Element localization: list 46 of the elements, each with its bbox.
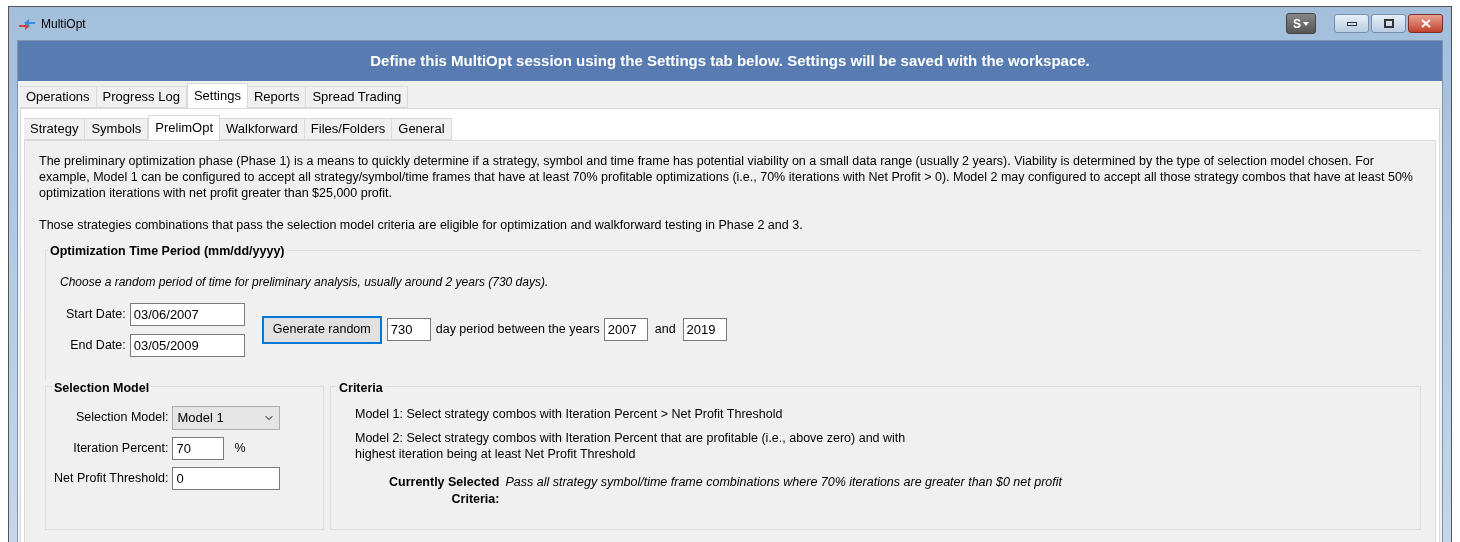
input-field[interactable]: 70 xyxy=(172,436,225,460)
maximize-icon xyxy=(1383,19,1394,28)
generate-random-button[interactable]: Generate random xyxy=(261,315,382,344)
window-title: MultiOpt xyxy=(41,15,86,33)
days-field[interactable]: 730 xyxy=(386,318,431,342)
tab[interactable]: Progress Log xyxy=(96,86,187,108)
minimize-icon xyxy=(1346,21,1357,26)
start-date-field[interactable]: 03/06/2007 xyxy=(129,302,245,326)
arrows-icon xyxy=(19,16,35,31)
between-text: day period between the years xyxy=(435,321,600,339)
tab[interactable]: Operations xyxy=(20,86,97,108)
hint-text: Choose a random period of time for preliminary analysis, usually around 2 years (730 days). xyxy=(60,273,549,291)
model-description: Model 1: Select strategy combos with Iteration Percent > Net Profit Threshold xyxy=(355,405,784,422)
tab[interactable]: Settings xyxy=(186,83,248,108)
field-label: Selection Model: xyxy=(75,409,169,427)
unit-text: % xyxy=(234,439,246,457)
tab[interactable]: PrelimOpt xyxy=(148,115,221,140)
tab[interactable]: Symbols xyxy=(85,118,149,140)
field-label: Iteration Percent: xyxy=(72,439,169,457)
and-text: and xyxy=(654,321,676,339)
end-date-field[interactable]: 03/05/2009 xyxy=(129,333,245,357)
tab[interactable]: Spread Trading xyxy=(306,86,409,108)
field-label: Start Date: xyxy=(66,305,126,323)
tab[interactable]: Walkforward xyxy=(220,118,305,140)
user-button[interactable]: S xyxy=(1286,13,1316,34)
model-dropdown[interactable]: Model 1 xyxy=(172,405,281,430)
maximize-button[interactable] xyxy=(1371,14,1406,33)
caret-icon xyxy=(1303,21,1309,26)
model-description: Model 2: Select strategy combos with Iteration Percent that are profitable (i.e., above zero) and with highest iteration being at least Net Profit Threshold xyxy=(355,429,907,462)
tab[interactable]: General xyxy=(392,118,452,140)
field-label: Currently Selected Criteria: xyxy=(389,473,500,508)
tab[interactable]: Strategy xyxy=(24,118,86,140)
description-text: The preliminary optimization phase (Phase 1) is a means to quickly determine if a strategy, symbol and time frame has potential viability on a small data range (usually 2 years). Viability is determined by the type of selection model chosen. For example, Model 1 can be configured to accept all strategy/symbol/time frames that have at least 70% profitable optimizations (i.e., 70% iterations with Net Profit > 0). Model 2 may configured to accept all those strategy combos that have at least 50% optimization iterations with net profit greater than $25,000 profit. xyxy=(39,153,1414,201)
close-icon xyxy=(1420,19,1431,28)
criteria-text: Pass all strategy symbol/time frame combinations where 70% iterations are greater than $0 net profit xyxy=(505,473,1062,491)
close-button[interactable] xyxy=(1408,14,1443,33)
minimize-button[interactable] xyxy=(1334,14,1369,33)
banner: Define this MultiOpt session using the Settings tab below. Settings will be saved with the workspace. xyxy=(18,41,1442,81)
end-year-field[interactable]: 2019 xyxy=(682,318,727,342)
description-text: Those strategies combinations that pass the selection model criteria are eligible for optimization and walkforward testing in Phase 2 and 3. xyxy=(39,217,804,233)
tab[interactable]: Reports xyxy=(247,86,307,108)
input-field[interactable]: 0 xyxy=(172,466,281,490)
start-year-field[interactable]: 2007 xyxy=(603,318,648,342)
tab[interactable]: Files/Folders xyxy=(304,118,393,140)
field-label: Net Profit Threshold: xyxy=(54,469,169,487)
field-label: End Date: xyxy=(70,336,126,354)
